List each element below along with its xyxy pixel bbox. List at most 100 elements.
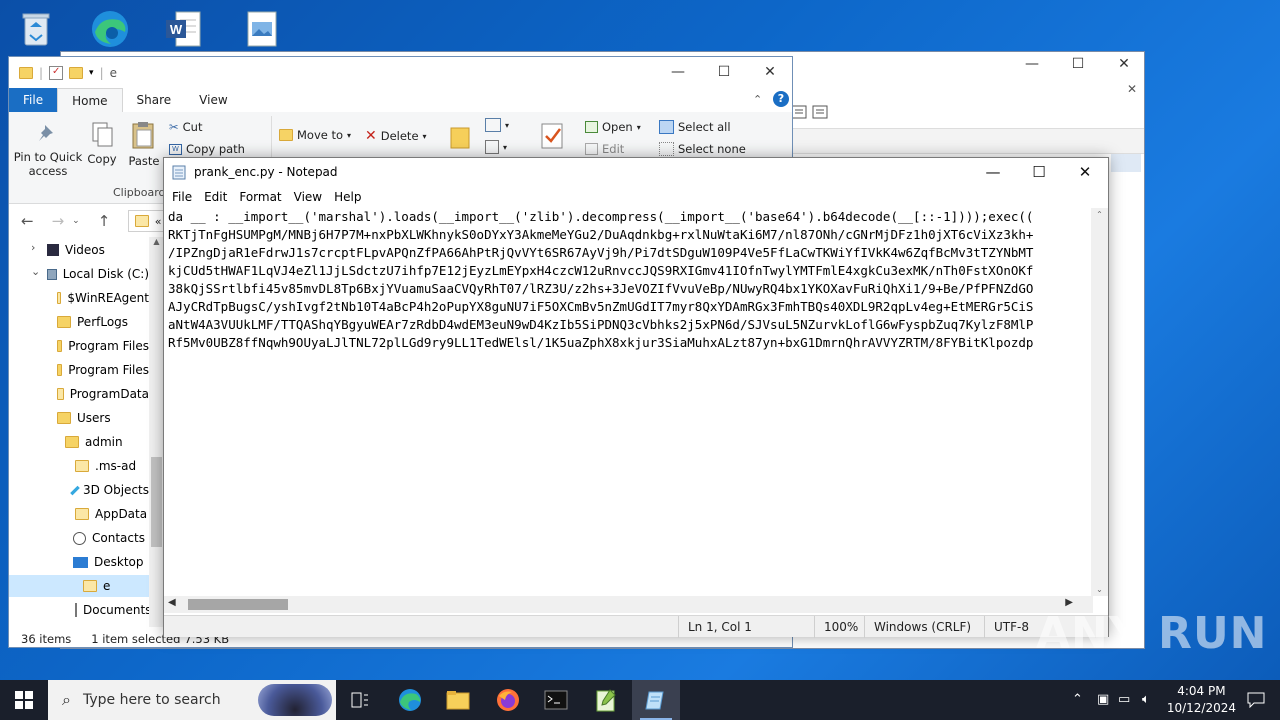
menu-file[interactable]: File [166, 190, 198, 204]
chevron-up-icon[interactable]: ⌃ [1072, 692, 1083, 707]
new-folder-icon[interactable] [69, 66, 84, 79]
nav-item[interactable]: Documents [9, 599, 151, 621]
chevron-down-icon[interactable]: ▾ [89, 68, 94, 78]
edit-button[interactable]: Edit [585, 142, 624, 156]
toolbar-icons[interactable] [791, 104, 831, 120]
copy-button[interactable]: Copy [87, 120, 117, 166]
expand-chevron-icon[interactable]: ⌄ [31, 265, 40, 278]
nav-item[interactable]: AppData [9, 503, 149, 525]
scroll-up-icon[interactable]: ⌃ [1091, 210, 1108, 219]
scroll-right-icon[interactable]: ▶ [1065, 597, 1073, 608]
horizontal-scrollbar[interactable]: ◀ ▶ [164, 596, 1093, 613]
file-explorer-taskbar-icon[interactable] [434, 680, 482, 720]
nav-item[interactable]: $WinREAgent [9, 287, 149, 309]
scroll-thumb[interactable] [188, 599, 288, 610]
firefox-taskbar-icon[interactable] [484, 680, 532, 720]
open-button[interactable]: Open ▾ [585, 120, 641, 134]
move-to-button[interactable]: Move to ▾ [279, 128, 351, 142]
new-folder-button[interactable] [447, 124, 473, 154]
menu-edit[interactable]: Edit [198, 190, 233, 204]
nav-item[interactable]: .ms-ad [9, 455, 149, 477]
text-line: kjCUd5tHWAF1LqVJ4eZl1JjLSdctzU7ihfp7E12j… [168, 263, 1034, 278]
cut-button[interactable]: ✂ Cut [169, 120, 202, 134]
folder-icon [57, 388, 64, 400]
volume-icon[interactable]: 🔈︎ [1142, 692, 1150, 707]
delete-button[interactable]: ✕ Delete ▾ [365, 128, 427, 144]
folder-icon [57, 412, 71, 424]
word-doc-icon[interactable]: W [162, 6, 206, 52]
properties-button[interactable] [537, 122, 567, 154]
nav-item[interactable]: e [9, 575, 149, 597]
copy-path-button[interactable]: W Copy path [169, 142, 245, 156]
up-arrow-icon[interactable]: ↑ [98, 212, 111, 230]
pin-to-quick-access-button[interactable]: Pin to Quick access [13, 122, 83, 178]
paste-button[interactable]: Paste [127, 120, 161, 168]
nav-item[interactable]: Desktop [9, 551, 149, 573]
minimize-icon[interactable]: — [970, 158, 1016, 186]
nav-item[interactable]: Program Files [9, 335, 149, 357]
maximize-icon[interactable]: ☐ [1055, 56, 1101, 78]
taskbar-search-box[interactable]: ⌕ Type here to search [48, 680, 336, 720]
new-item-button[interactable]: ▾ [485, 118, 509, 132]
edge-icon[interactable] [88, 6, 132, 52]
back-arrow-icon[interactable]: ← [21, 212, 34, 230]
properties-icon[interactable]: ✓ [49, 65, 64, 80]
notepadpp-taskbar-icon[interactable] [582, 680, 630, 720]
forward-arrow-icon[interactable]: → [52, 212, 65, 230]
copy-icon [90, 120, 114, 148]
minimize-icon[interactable]: — [1009, 56, 1055, 78]
easy-access-button[interactable]: ▾ [485, 140, 507, 154]
tab-view[interactable]: View [185, 88, 241, 112]
expand-chevron-icon[interactable]: › [31, 241, 35, 254]
nav-item[interactable]: ProgramData [9, 383, 149, 405]
scroll-up-icon[interactable]: ▲ [149, 237, 164, 246]
nav-item[interactable]: Videos [9, 239, 149, 261]
select-none-button[interactable]: Select none [659, 142, 746, 156]
edge-taskbar-icon[interactable] [386, 680, 434, 720]
scroll-left-icon[interactable]: ◀ [168, 597, 176, 608]
nav-item[interactable]: Local Disk (C:) [9, 263, 149, 285]
nav-item-label: Local Disk (C:) [62, 267, 149, 281]
help-icon[interactable]: ? [773, 91, 789, 107]
nav-item[interactable]: admin [9, 431, 149, 453]
chevron-up-icon[interactable]: ⌃ [753, 93, 762, 106]
close-icon[interactable]: ✕ [1127, 82, 1137, 96]
tab-home[interactable]: Home [57, 88, 123, 112]
maximize-icon[interactable]: ☐ [1016, 158, 1062, 186]
select-all-button[interactable]: Select all [659, 120, 731, 134]
tab-file[interactable]: File [9, 88, 58, 112]
quick-access-toolbar[interactable]: | [39, 66, 43, 80]
notification-icon[interactable] [1232, 680, 1280, 720]
task-view-icon[interactable] [336, 680, 384, 720]
close-icon[interactable]: ✕ [1062, 158, 1108, 186]
recycle-bin-icon[interactable] [14, 6, 58, 52]
start-button[interactable] [0, 680, 48, 720]
nav-item[interactable]: Program Files [9, 359, 149, 381]
nav-item[interactable]: Contacts [9, 527, 149, 549]
nav-item-label: ProgramData [69, 387, 149, 401]
close-icon[interactable]: ✕ [1101, 56, 1147, 78]
vertical-scrollbar[interactable]: ⌃ ⌄ [1091, 208, 1108, 596]
menu-format[interactable]: Format [233, 190, 287, 204]
scroll-down-icon[interactable]: ⌄ [1091, 585, 1108, 594]
system-clock[interactable]: 4:04 PM 10/12/2024 [1167, 683, 1236, 717]
display-icon[interactable]: ▭ [1118, 692, 1130, 707]
nav-item[interactable]: PerfLogs [9, 311, 149, 333]
chevron-down-icon[interactable]: ⌄ [72, 216, 80, 226]
text-editor[interactable]: da __ : __import__('marshal').loads(__im… [164, 208, 1092, 594]
notepad-taskbar-icon[interactable] [632, 680, 680, 720]
scroll-thumb[interactable] [151, 457, 162, 547]
nav-item[interactable]: Users [9, 407, 149, 429]
image-file-icon[interactable] [240, 6, 284, 52]
network-icon[interactable]: ▣ [1097, 692, 1109, 707]
maximize-icon[interactable]: ☐ [701, 57, 747, 87]
minimize-icon[interactable]: — [655, 57, 701, 87]
tab-share[interactable]: Share [123, 88, 186, 112]
menu-view[interactable]: View [288, 190, 328, 204]
open-icon [585, 121, 598, 133]
nav-scrollbar[interactable]: ▲ [149, 237, 164, 627]
menu-help[interactable]: Help [328, 190, 367, 204]
terminal-taskbar-icon[interactable] [532, 680, 580, 720]
close-icon[interactable]: ✕ [747, 57, 793, 87]
nav-item[interactable]: 3D Objects [9, 479, 149, 501]
